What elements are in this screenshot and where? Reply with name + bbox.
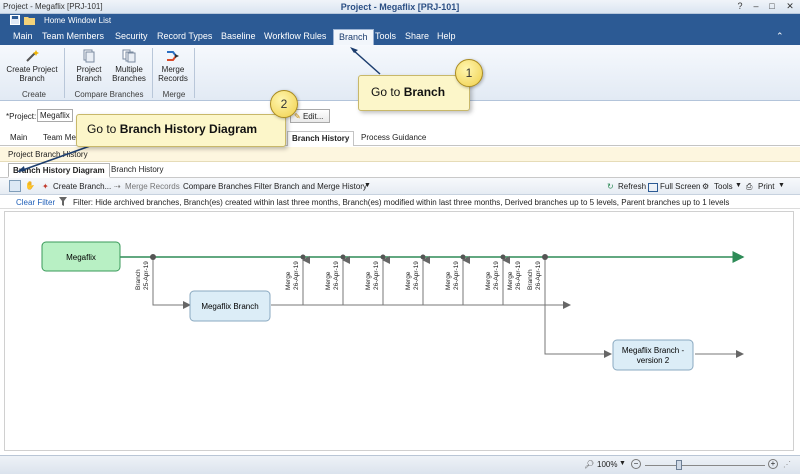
callout-2-prefix: Go to: [87, 122, 117, 136]
step-2-badge: 2: [270, 90, 298, 118]
callout-2-target: Branch History Diagram: [119, 122, 258, 136]
callout-1-target: Branch: [403, 85, 446, 99]
callout-arrows: [17, 47, 381, 172]
callout-1-prefix: Go to: [371, 85, 401, 99]
callout-step-1: Go to Branch: [358, 75, 470, 111]
step-1-badge: 1: [455, 59, 483, 87]
callout-step-2: Go to Branch History Diagram: [76, 114, 286, 147]
